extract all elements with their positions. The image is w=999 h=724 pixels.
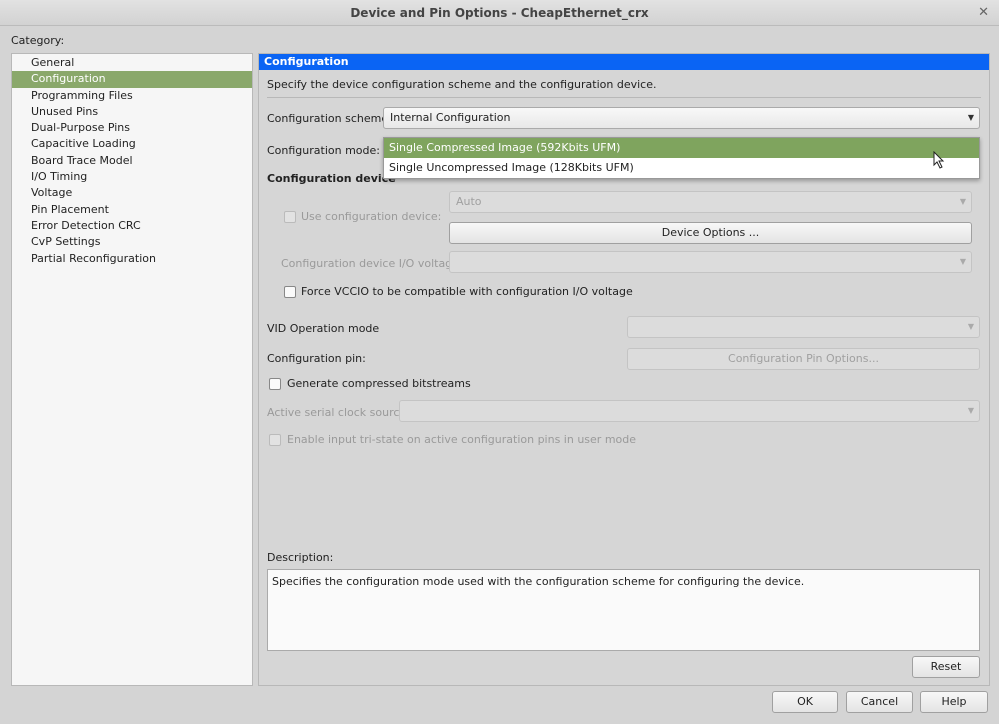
chevron-down-icon: ▼ bbox=[959, 197, 966, 206]
gen-compressed-label: Generate compressed bitstreams bbox=[287, 377, 471, 390]
window-title: Device and Pin Options - CheapEthernet_c… bbox=[350, 6, 649, 20]
config-device-dropdown[interactable]: Auto ▼ bbox=[449, 191, 972, 213]
scheme-label: Configuration scheme: bbox=[267, 112, 392, 125]
intro-text: Specify the device configuration scheme … bbox=[267, 78, 657, 91]
ok-button[interactable]: OK bbox=[772, 691, 838, 713]
reset-button[interactable]: Reset bbox=[912, 656, 980, 678]
config-pin-options-button[interactable]: Configuration Pin Options... bbox=[627, 348, 980, 370]
scheme-dropdown[interactable]: Internal Configuration ▼ bbox=[383, 107, 980, 129]
mode-option[interactable]: Single Compressed Image (592Kbits UFM) bbox=[384, 138, 979, 158]
close-icon[interactable]: ✕ bbox=[978, 0, 989, 26]
chevron-down-icon: ▼ bbox=[967, 406, 974, 415]
title-bar: Device and Pin Options - CheapEthernet_c… bbox=[0, 0, 999, 26]
mode-label: Configuration mode: bbox=[267, 144, 380, 157]
force-vccio-label: Force VCCIO to be compatible with config… bbox=[301, 285, 633, 298]
category-item[interactable]: Dual-Purpose Pins bbox=[12, 120, 252, 136]
io-voltage-label: Configuration device I/O voltage: bbox=[281, 257, 463, 270]
category-label: Category: bbox=[11, 34, 65, 47]
device-options-button[interactable]: Device Options ... bbox=[449, 222, 972, 244]
description-box: Specifies the configuration mode used wi… bbox=[267, 569, 980, 651]
description-text: Specifies the configuration mode used wi… bbox=[272, 575, 805, 588]
use-config-device-label: Use configuration device: bbox=[301, 210, 442, 223]
panel-header: Configuration bbox=[259, 54, 989, 70]
mouse-cursor-icon bbox=[933, 151, 945, 169]
mode-dropdown-list[interactable]: Single Compressed Image (592Kbits UFM) S… bbox=[383, 137, 980, 179]
category-item[interactable]: Partial Reconfiguration bbox=[12, 251, 252, 267]
chevron-down-icon: ▼ bbox=[967, 322, 974, 331]
tristate-checkbox[interactable] bbox=[269, 434, 281, 446]
category-item[interactable]: Voltage bbox=[12, 185, 252, 201]
config-device-value: Auto bbox=[456, 195, 482, 208]
config-device-heading: Configuration device bbox=[267, 172, 396, 185]
force-vccio-checkbox[interactable] bbox=[284, 286, 296, 298]
clock-source-label: Active serial clock source: bbox=[267, 406, 410, 419]
category-item[interactable]: Capacitive Loading bbox=[12, 136, 252, 152]
chevron-down-icon: ▼ bbox=[967, 113, 974, 122]
divider bbox=[267, 97, 981, 98]
category-item[interactable]: CvP Settings bbox=[12, 234, 252, 250]
cancel-button[interactable]: Cancel bbox=[846, 691, 913, 713]
category-item[interactable]: Pin Placement bbox=[12, 202, 252, 218]
vid-dropdown[interactable]: ▼ bbox=[627, 316, 980, 338]
use-config-device-checkbox[interactable] bbox=[284, 211, 296, 223]
configuration-panel: Configuration Specify the device configu… bbox=[258, 53, 990, 686]
tristate-label: Enable input tri-state on active configu… bbox=[287, 433, 637, 446]
category-item[interactable]: Board Trace Model bbox=[12, 153, 252, 169]
help-button[interactable]: Help bbox=[920, 691, 988, 713]
clock-source-dropdown[interactable]: ▼ bbox=[399, 400, 980, 422]
category-item[interactable]: Error Detection CRC bbox=[12, 218, 252, 234]
chevron-down-icon: ▼ bbox=[959, 257, 966, 266]
mode-option[interactable]: Single Uncompressed Image (128Kbits UFM) bbox=[384, 158, 979, 178]
category-list[interactable]: General Configuration Programming Files Unu… bbox=[11, 53, 253, 686]
io-voltage-dropdown[interactable]: ▼ bbox=[449, 251, 972, 273]
config-pin-label: Configuration pin: bbox=[267, 352, 366, 365]
scheme-value: Internal Configuration bbox=[390, 111, 511, 124]
description-label: Description: bbox=[267, 551, 334, 564]
category-item[interactable]: General bbox=[12, 55, 252, 71]
gen-compressed-checkbox[interactable] bbox=[269, 378, 281, 390]
vid-label: VID Operation mode bbox=[267, 322, 380, 335]
category-item[interactable]: I/O Timing bbox=[12, 169, 252, 185]
category-item[interactable]: Configuration bbox=[12, 71, 252, 88]
category-item[interactable]: Unused Pins bbox=[12, 104, 252, 120]
category-item[interactable]: Programming Files bbox=[12, 88, 252, 104]
